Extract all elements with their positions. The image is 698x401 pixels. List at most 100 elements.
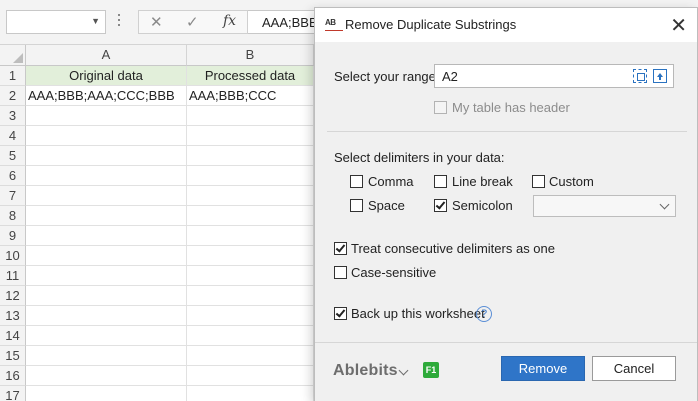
cell-a5[interactable] bbox=[26, 146, 187, 166]
row-header[interactable]: 9 bbox=[0, 226, 26, 246]
help-icon[interactable]: ? bbox=[476, 306, 492, 322]
cell-b5[interactable] bbox=[187, 146, 314, 166]
row-header[interactable]: 6 bbox=[0, 166, 26, 186]
cell-b17[interactable] bbox=[187, 386, 314, 401]
select-range-icon[interactable] bbox=[633, 69, 647, 83]
row-header[interactable]: 17 bbox=[0, 386, 26, 401]
comma-checkbox[interactable] bbox=[350, 175, 363, 188]
cell-b14[interactable] bbox=[187, 326, 314, 346]
cancel-button[interactable]: Cancel bbox=[592, 356, 676, 381]
cell-b1[interactable]: Processed data bbox=[187, 66, 314, 86]
cell-a8[interactable] bbox=[26, 206, 187, 226]
range-label: Select your range: bbox=[334, 69, 440, 84]
header-checkbox-label: My table has header bbox=[452, 100, 570, 115]
separator bbox=[327, 131, 687, 132]
row-header[interactable]: 3 bbox=[0, 106, 26, 126]
semicolon-label: Semicolon bbox=[452, 198, 513, 213]
backup-checkbox[interactable] bbox=[334, 307, 347, 320]
cell-a2[interactable]: AAA;BBB;AAA;CCC;BBB bbox=[26, 86, 187, 106]
grip-icon bbox=[118, 14, 121, 30]
row-header[interactable]: 10 bbox=[0, 246, 26, 266]
row-header[interactable]: 14 bbox=[0, 326, 26, 346]
cell-b8[interactable] bbox=[187, 206, 314, 226]
space-checkbox[interactable] bbox=[350, 199, 363, 212]
consecutive-delimiters-checkbox[interactable] bbox=[334, 242, 347, 255]
cell-b11[interactable] bbox=[187, 266, 314, 286]
cell-a12[interactable] bbox=[26, 286, 187, 306]
line-break-label: Line break bbox=[452, 174, 513, 189]
confirm-entry-icon[interactable]: ✓ bbox=[186, 13, 199, 31]
case-sensitive-label: Case-sensitive bbox=[351, 265, 437, 280]
dialog-footer: Ablebits F1 Remove Cancel bbox=[315, 342, 697, 401]
chevron-down-icon bbox=[659, 199, 670, 210]
ablebits-tool-icon: AB bbox=[325, 17, 343, 31]
dialog-title: Remove Duplicate Substrings bbox=[345, 17, 517, 32]
cancel-entry-icon[interactable]: ✕ bbox=[150, 13, 163, 31]
delimiters-label: Select delimiters in your data: bbox=[334, 150, 505, 165]
select-all-corner[interactable] bbox=[0, 45, 26, 66]
row-header[interactable]: 12 bbox=[0, 286, 26, 306]
cell-a7[interactable] bbox=[26, 186, 187, 206]
comma-label: Comma bbox=[368, 174, 414, 189]
cell-a1[interactable]: Original data bbox=[26, 66, 187, 86]
row-header[interactable]: 1 bbox=[0, 66, 26, 86]
custom-delimiter-dropdown[interactable] bbox=[533, 195, 676, 217]
expand-range-icon[interactable] bbox=[653, 69, 667, 83]
row-header[interactable]: 16 bbox=[0, 366, 26, 386]
line-break-checkbox[interactable] bbox=[434, 175, 447, 188]
row-header[interactable]: 11 bbox=[0, 266, 26, 286]
cell-a11[interactable] bbox=[26, 266, 187, 286]
cell-a14[interactable] bbox=[26, 326, 187, 346]
cell-a9[interactable] bbox=[26, 226, 187, 246]
check-icon bbox=[335, 242, 346, 253]
cell-a17[interactable] bbox=[26, 386, 187, 401]
close-icon[interactable]: ✕ bbox=[670, 13, 687, 38]
cell-b15[interactable] bbox=[187, 346, 314, 366]
row-header[interactable]: 5 bbox=[0, 146, 26, 166]
cell-b2[interactable]: AAA;BBB;CCC bbox=[187, 86, 314, 106]
cell-b12[interactable] bbox=[187, 286, 314, 306]
cell-b9[interactable] bbox=[187, 226, 314, 246]
cell-a3[interactable] bbox=[26, 106, 187, 126]
remove-button[interactable]: Remove bbox=[501, 356, 585, 381]
range-input[interactable]: A2 bbox=[434, 64, 674, 88]
cell-b16[interactable] bbox=[187, 366, 314, 386]
case-sensitive-checkbox[interactable] bbox=[334, 266, 347, 279]
name-box[interactable]: ▼ bbox=[6, 10, 106, 34]
row-header[interactable]: 7 bbox=[0, 186, 26, 206]
consecutive-delimiters-label: Treat consecutive delimiters as one bbox=[351, 241, 556, 256]
row-header[interactable]: 2 bbox=[0, 86, 26, 106]
ablebits-logo[interactable]: Ablebits bbox=[333, 362, 398, 380]
space-label: Space bbox=[368, 198, 405, 213]
row-header[interactable]: 4 bbox=[0, 126, 26, 146]
check-icon bbox=[335, 307, 346, 318]
chevron-down-icon[interactable] bbox=[398, 365, 409, 376]
name-box-dropdown-icon[interactable]: ▼ bbox=[91, 16, 100, 26]
cell-a13[interactable] bbox=[26, 306, 187, 326]
cell-a10[interactable] bbox=[26, 246, 187, 266]
f1-help-icon[interactable]: F1 bbox=[423, 362, 439, 378]
cell-b3[interactable] bbox=[187, 106, 314, 126]
cell-b6[interactable] bbox=[187, 166, 314, 186]
dialog-titlebar: AB Remove Duplicate Substrings ✕ bbox=[315, 8, 697, 42]
cell-b7[interactable] bbox=[187, 186, 314, 206]
screen: ▼ ✕ ✓ fx AAA;BBB;AAA;CCC;BBB A B 1Origin… bbox=[0, 0, 698, 401]
formula-buttons: ✕ ✓ fx bbox=[138, 10, 248, 34]
row-header[interactable]: 13 bbox=[0, 306, 26, 326]
cell-b10[interactable] bbox=[187, 246, 314, 266]
row-header[interactable]: 15 bbox=[0, 346, 26, 366]
cell-a16[interactable] bbox=[26, 366, 187, 386]
cell-b4[interactable] bbox=[187, 126, 314, 146]
cell-a6[interactable] bbox=[26, 166, 187, 186]
insert-function-icon[interactable]: fx bbox=[223, 13, 236, 29]
cell-a4[interactable] bbox=[26, 126, 187, 146]
semicolon-checkbox[interactable] bbox=[434, 199, 447, 212]
row-header[interactable]: 8 bbox=[0, 206, 26, 226]
column-header-a[interactable]: A bbox=[26, 45, 187, 66]
backup-label: Back up this worksheet bbox=[351, 306, 485, 321]
custom-checkbox[interactable] bbox=[532, 175, 545, 188]
cell-a15[interactable] bbox=[26, 346, 187, 366]
cell-b13[interactable] bbox=[187, 306, 314, 326]
column-header-b[interactable]: B bbox=[187, 45, 314, 66]
header-checkbox[interactable] bbox=[434, 101, 447, 114]
